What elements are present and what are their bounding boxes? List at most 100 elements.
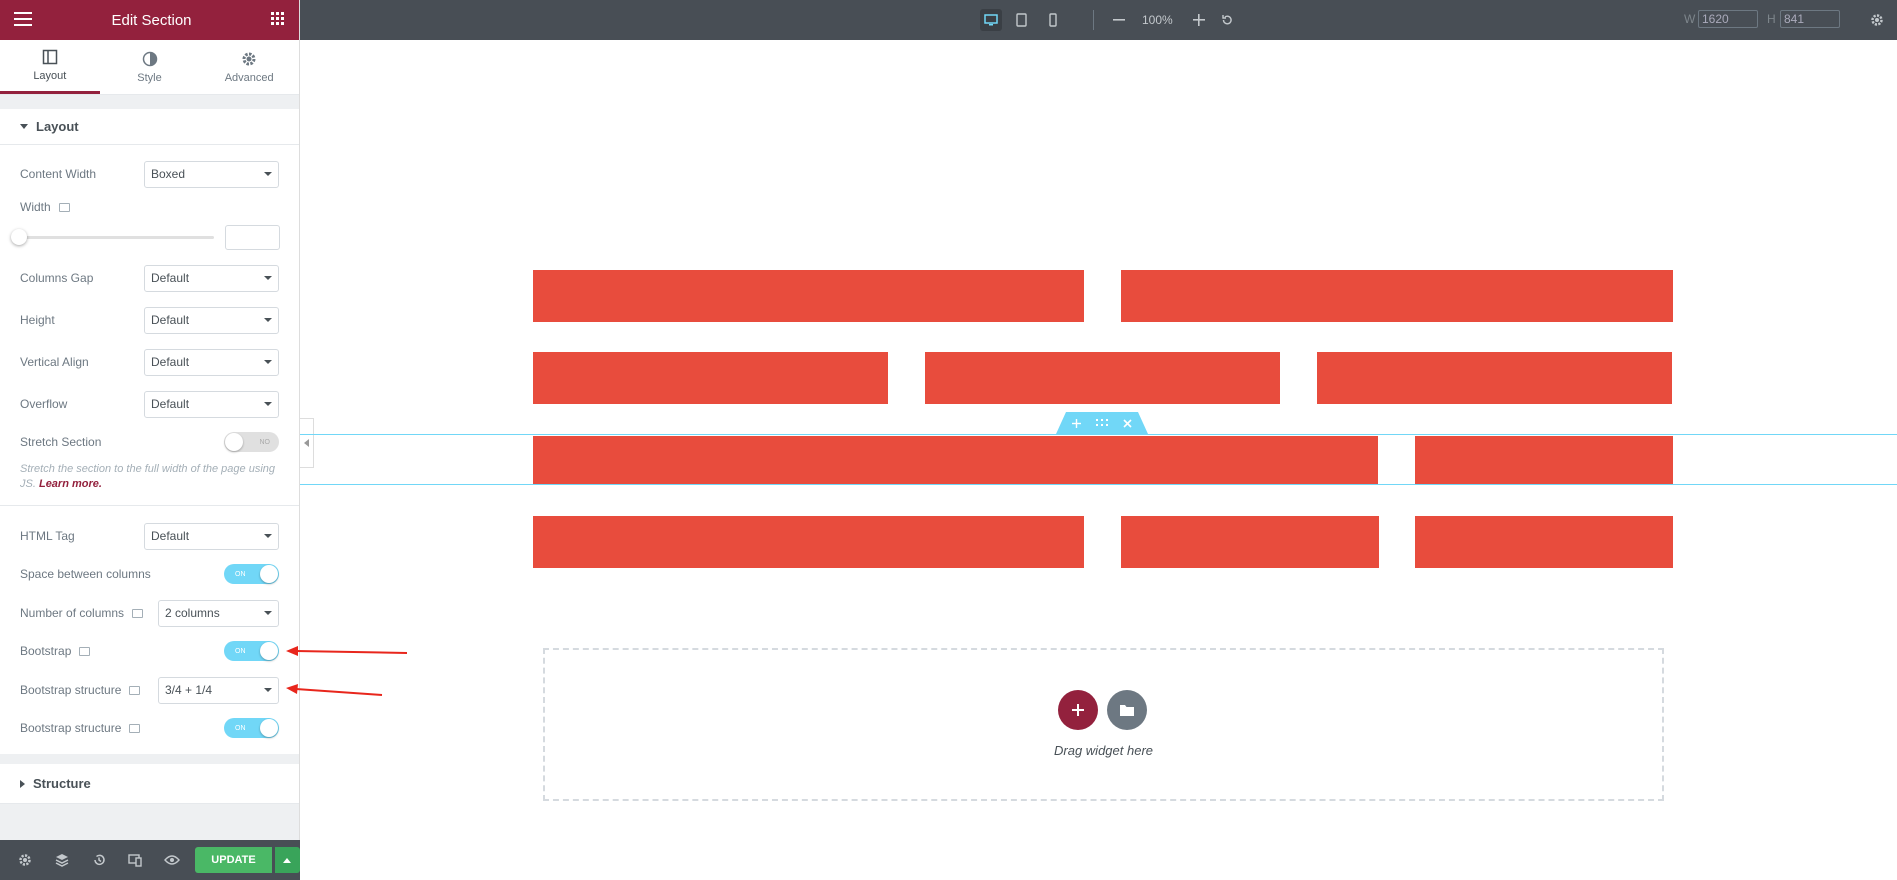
device-tablet-button[interactable] <box>1016 0 1027 40</box>
section-structure-header[interactable]: Structure <box>0 764 299 804</box>
annotation-arrow <box>295 650 408 654</box>
chevron-down-icon <box>264 534 272 538</box>
column-block[interactable] <box>1121 270 1673 322</box>
column-block[interactable] <box>533 352 888 404</box>
preview-eye-icon[interactable] <box>154 840 189 880</box>
device-mobile-button[interactable] <box>1049 0 1057 40</box>
style-icon <box>142 51 157 66</box>
column-block[interactable] <box>1415 436 1673 484</box>
overflow-row: Overflow Default <box>0 389 299 419</box>
stretch-toggle[interactable]: NO <box>224 432 279 452</box>
html-tag-label: HTML Tag <box>20 529 75 543</box>
bootstrap-structure-label: Bootstrap structure <box>20 683 122 697</box>
desktop-icon[interactable] <box>129 723 141 733</box>
drag-handle-icon[interactable] <box>1096 419 1108 427</box>
tablet-icon <box>1016 13 1027 27</box>
update-button[interactable]: UPDATE <box>195 847 272 873</box>
desktop-icon[interactable] <box>79 646 91 656</box>
panel-header: Edit Section <box>0 0 299 40</box>
num-columns-select[interactable]: 2 columns <box>158 599 279 627</box>
width-slider-track[interactable] <box>20 236 214 239</box>
zoom-out-button[interactable] <box>1113 0 1125 40</box>
chevron-down-icon <box>264 402 272 406</box>
column-block[interactable] <box>1415 516 1673 568</box>
desktop-icon <box>980 9 1002 31</box>
hamburger-menu-icon[interactable] <box>14 11 32 29</box>
zoom-reset-button[interactable] <box>1221 0 1233 40</box>
bootstrap-structure2-row: Bootstrap structure ON <box>0 713 299 743</box>
column-block[interactable] <box>533 436 1378 484</box>
gear-icon <box>242 52 256 65</box>
num-columns-label: Number of columns <box>20 606 125 620</box>
column-block[interactable] <box>533 516 1084 568</box>
canvas-height-input[interactable]: 841 <box>1780 10 1840 28</box>
column-block[interactable] <box>925 352 1280 404</box>
widgets-grid-icon[interactable] <box>270 11 285 29</box>
tab-layout[interactable]: Layout <box>0 40 100 94</box>
overflow-select[interactable]: Default <box>144 390 279 418</box>
responsive-mode-icon[interactable] <box>118 840 153 880</box>
zoom-level: 100% <box>1142 13 1173 27</box>
toggle-text: ON <box>235 647 246 655</box>
height-label: Height <box>20 313 55 327</box>
topbar-settings-button[interactable] <box>1870 0 1884 40</box>
column-block[interactable] <box>1317 352 1672 404</box>
canvas-width-input[interactable]: 1620 <box>1698 10 1758 28</box>
toggle-text: ON <box>235 724 246 732</box>
device-desktop-button[interactable] <box>980 0 1002 40</box>
height-select[interactable]: Default <box>144 306 279 334</box>
close-icon[interactable] <box>1123 418 1132 428</box>
bootstrap-toggle[interactable]: ON <box>224 641 279 661</box>
drop-zone[interactable] <box>543 648 1664 801</box>
html-tag-row: HTML Tag Default <box>0 521 299 551</box>
zoom-in-button[interactable] <box>1193 0 1205 40</box>
section-layout-header[interactable]: Layout <box>0 109 299 145</box>
column-block[interactable] <box>1121 516 1379 568</box>
gear-icon <box>1871 14 1883 26</box>
vertical-align-select[interactable]: Default <box>144 348 279 376</box>
html-tag-select[interactable]: Default <box>144 522 279 550</box>
bootstrap-label: Bootstrap <box>20 644 72 658</box>
navigator-layers-icon[interactable] <box>45 840 80 880</box>
learn-more-link[interactable]: Learn more. <box>39 478 102 490</box>
plus-icon <box>1072 704 1084 716</box>
add-widget-button[interactable] <box>1058 690 1098 730</box>
height-value: Default <box>151 313 190 327</box>
column-block[interactable] <box>533 270 1084 322</box>
bootstrap-structure2-toggle[interactable]: ON <box>224 718 279 738</box>
folder-icon <box>1120 705 1134 716</box>
caret-up-icon <box>283 857 292 863</box>
desktop-icon[interactable] <box>132 608 144 618</box>
desktop-icon[interactable] <box>58 202 70 212</box>
toggle-knob <box>260 719 278 737</box>
columns-gap-row: Columns Gap Default <box>0 263 299 293</box>
overflow-value: Default <box>151 397 190 411</box>
bootstrap-structure-row: Bootstrap structure 3/4 + 1/4 <box>0 675 299 705</box>
content-width-select[interactable]: Boxed <box>144 160 279 188</box>
annotation-arrow <box>295 688 383 696</box>
panel-tabs: Layout Style Advanced <box>0 40 299 95</box>
width-slider-handle[interactable] <box>11 229 27 245</box>
columns-gap-label: Columns Gap <box>20 271 94 285</box>
caret-down-icon <box>20 124 28 129</box>
content-width-label: Content Width <box>20 167 97 181</box>
drag-widget-text: Drag widget here <box>1054 743 1153 758</box>
tab-advanced[interactable]: Advanced <box>199 40 299 94</box>
columns-gap-select[interactable]: Default <box>144 264 279 292</box>
space-between-toggle[interactable]: ON <box>224 564 279 584</box>
update-options-button[interactable] <box>274 847 300 873</box>
history-icon[interactable] <box>81 840 116 880</box>
tab-style[interactable]: Style <box>100 40 200 94</box>
mobile-icon <box>1049 13 1057 27</box>
minus-icon <box>1113 19 1125 21</box>
desktop-icon[interactable] <box>129 685 141 695</box>
settings-icon[interactable] <box>8 840 43 880</box>
bootstrap-structure-select[interactable]: 3/4 + 1/4 <box>158 676 279 704</box>
add-template-button[interactable] <box>1107 690 1147 730</box>
content-width-row: Content Width Boxed <box>0 159 299 189</box>
chevron-down-icon <box>264 688 272 692</box>
add-section-icon[interactable] <box>1072 418 1081 428</box>
width-input[interactable] <box>225 225 280 250</box>
width-row: Width <box>0 192 299 222</box>
space-between-label: Space between columns <box>20 567 151 581</box>
